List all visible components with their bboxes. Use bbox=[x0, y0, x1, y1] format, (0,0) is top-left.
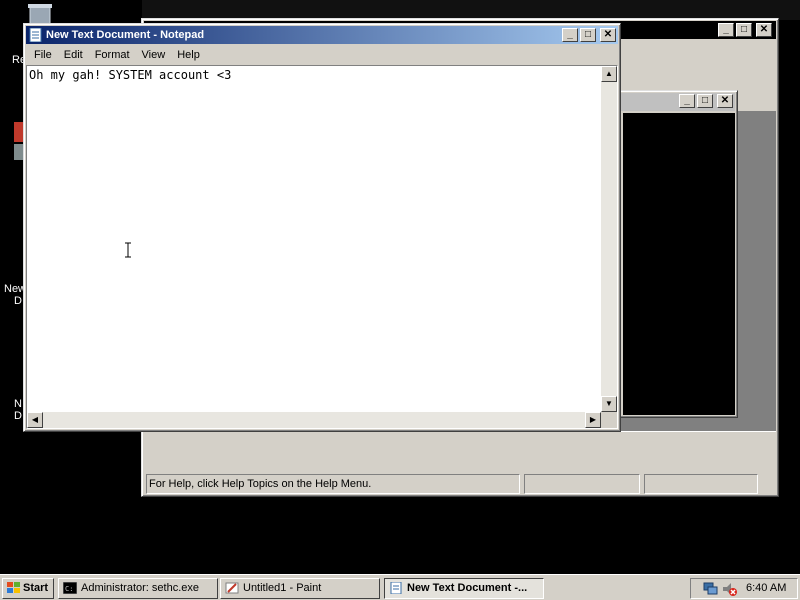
notepad-icon bbox=[29, 28, 42, 42]
notepad-edit-frame: Oh my gah! SYSTEM account <3 ▲ ▼ ◀ ▶ bbox=[26, 65, 618, 429]
paint-maximize-button[interactable]: □ bbox=[736, 23, 752, 37]
taskbar-item-paint[interactable]: Untitled1 - Paint bbox=[220, 578, 380, 599]
taskbar: Start C: Administrator: sethc.exe Untitl… bbox=[0, 574, 800, 600]
notepad-vscrollbar[interactable]: ▲ ▼ bbox=[601, 66, 617, 412]
scroll-up-button[interactable]: ▲ bbox=[601, 66, 617, 82]
menu-edit[interactable]: Edit bbox=[58, 46, 89, 64]
paint-inner-window-controls: _ □ ✕ bbox=[679, 94, 733, 108]
taskbar-item-notepad[interactable]: New Text Document -... bbox=[384, 578, 544, 599]
menu-format[interactable]: Format bbox=[89, 46, 136, 64]
inner-close-button[interactable]: ✕ bbox=[717, 94, 733, 108]
notepad-window[interactable]: New Text Document - Notepad _ □ ✕ File E… bbox=[23, 23, 621, 432]
scroll-down-button[interactable]: ▼ bbox=[601, 396, 617, 412]
taskbar-item-label: New Text Document -... bbox=[407, 582, 528, 594]
size-grip[interactable] bbox=[601, 412, 617, 428]
text-cursor-icon bbox=[125, 242, 131, 258]
background-window-top bbox=[142, 0, 800, 20]
notepad-menubar: File Edit Format View Help bbox=[28, 46, 206, 64]
notepad-maximize-button[interactable]: □ bbox=[580, 28, 596, 42]
notepad-minimize-button[interactable]: _ bbox=[562, 28, 578, 42]
paint-icon bbox=[225, 582, 239, 594]
notepad-icon bbox=[390, 582, 402, 594]
notepad-window-controls: _ □ ✕ bbox=[562, 28, 616, 42]
paint-window-controls: _ □ ✕ bbox=[718, 23, 772, 37]
notepad-close-button[interactable]: ✕ bbox=[600, 28, 616, 42]
paint-status-text: For Help, click Help Topics on the Help … bbox=[146, 474, 520, 494]
paint-status-panel-3 bbox=[644, 474, 758, 494]
scroll-right-button[interactable]: ▶ bbox=[585, 412, 601, 428]
desktop-icon-label-n: N bbox=[14, 398, 22, 410]
cmd-icon: C: bbox=[63, 582, 77, 594]
svg-text:C:: C: bbox=[65, 585, 73, 593]
paint-close-button[interactable]: ✕ bbox=[756, 23, 772, 37]
notepad-titlebar[interactable]: New Text Document - Notepad _ □ ✕ bbox=[26, 26, 618, 44]
paint-palette[interactable] bbox=[144, 431, 776, 471]
inner-minimize-button[interactable]: _ bbox=[679, 94, 695, 108]
notepad-title: New Text Document - Notepad bbox=[46, 29, 205, 41]
desktop-icon-label-d-2: D bbox=[14, 410, 22, 422]
paint-statusbar: For Help, click Help Topics on the Help … bbox=[144, 472, 776, 494]
inner-maximize-button[interactable]: □ bbox=[697, 94, 713, 108]
paint-inner-window[interactable]: _ □ ✕ bbox=[618, 90, 738, 418]
system-tray: 6:40 AM bbox=[690, 578, 798, 599]
notepad-text-area[interactable]: Oh my gah! SYSTEM account <3 bbox=[29, 68, 599, 410]
scroll-left-button[interactable]: ◀ bbox=[27, 412, 43, 428]
desktop-icon-label-d-1: D bbox=[14, 295, 22, 307]
start-label: Start bbox=[23, 582, 49, 594]
windows-logo-icon bbox=[7, 582, 20, 593]
menu-help[interactable]: Help bbox=[171, 46, 206, 64]
menu-view[interactable]: View bbox=[136, 46, 172, 64]
paint-canvas[interactable] bbox=[623, 113, 735, 415]
clock[interactable]: 6:40 AM bbox=[746, 582, 786, 594]
network-icon[interactable] bbox=[703, 581, 719, 597]
paint-status-panel-2 bbox=[524, 474, 640, 494]
start-button[interactable]: Start bbox=[2, 578, 54, 599]
taskbar-item-cmd[interactable]: C: Administrator: sethc.exe bbox=[58, 578, 218, 599]
taskbar-item-label: Untitled1 - Paint bbox=[243, 582, 322, 594]
taskbar-item-label: Administrator: sethc.exe bbox=[81, 582, 199, 594]
volume-muted-icon[interactable] bbox=[721, 581, 737, 597]
menu-file[interactable]: File bbox=[28, 46, 58, 64]
paint-minimize-button[interactable]: _ bbox=[718, 23, 734, 37]
notepad-hscrollbar[interactable]: ◀ ▶ bbox=[27, 412, 601, 428]
